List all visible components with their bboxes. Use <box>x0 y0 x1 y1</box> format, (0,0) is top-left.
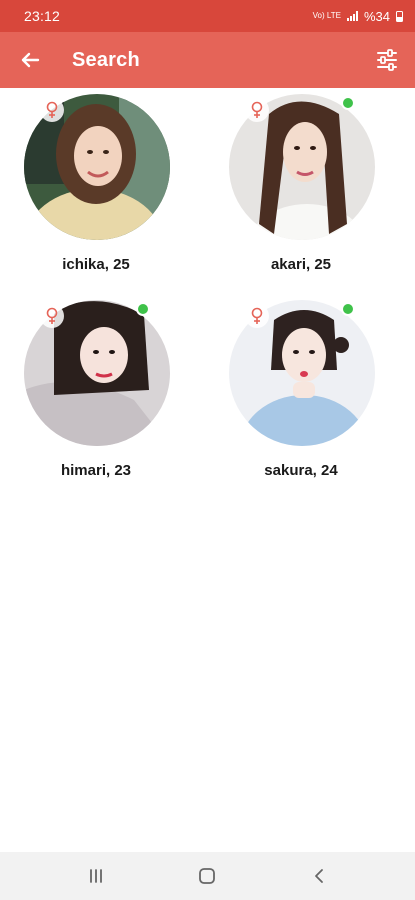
avatar-container <box>24 300 170 446</box>
female-icon <box>40 98 64 122</box>
network-indicator: Vo) LTE <box>312 11 341 20</box>
online-indicator <box>341 302 355 316</box>
profile-card[interactable]: himari, 23 <box>1 300 191 490</box>
online-indicator <box>136 302 150 316</box>
system-nav-bar <box>0 852 415 900</box>
recents-icon <box>89 869 102 883</box>
sliders-icon <box>377 49 397 71</box>
profile-name-age: akari, 25 <box>270 256 332 273</box>
avatar-container <box>24 94 170 240</box>
profile-name-age: sakura, 24 <box>264 462 338 479</box>
profile-name-age: ichika, 25 <box>62 256 130 273</box>
online-indicator <box>341 96 355 110</box>
profile-name-age: himari, 23 <box>60 462 132 479</box>
status-bar: 23:12 Vo) LTE %34 <box>0 0 415 32</box>
battery-percent: %34 <box>363 8 390 24</box>
status-indicators: Vo) LTE %34 <box>313 9 403 24</box>
profile-card[interactable]: sakura, 24 <box>206 300 396 490</box>
recents-button[interactable] <box>76 856 116 896</box>
home-icon <box>199 868 216 884</box>
page-title: Search <box>72 48 140 71</box>
back-icon <box>315 869 324 883</box>
female-icon <box>40 304 64 328</box>
app-bar: Search <box>0 32 415 88</box>
profile-card[interactable]: ichika, 25 <box>1 94 191 284</box>
filter-button[interactable] <box>359 32 415 88</box>
avatar-container <box>229 94 375 240</box>
battery-icon <box>396 10 403 22</box>
avatar-container <box>229 300 375 446</box>
nav-back-button[interactable] <box>299 856 339 896</box>
signal-icon <box>346 11 358 21</box>
arrow-left-icon <box>21 52 40 68</box>
status-time: 23:12 <box>24 8 61 24</box>
female-icon <box>245 304 269 328</box>
home-button[interactable] <box>187 856 227 896</box>
back-button[interactable] <box>0 32 56 88</box>
female-icon <box>245 98 269 122</box>
profile-card[interactable]: akari, 25 <box>206 94 396 284</box>
